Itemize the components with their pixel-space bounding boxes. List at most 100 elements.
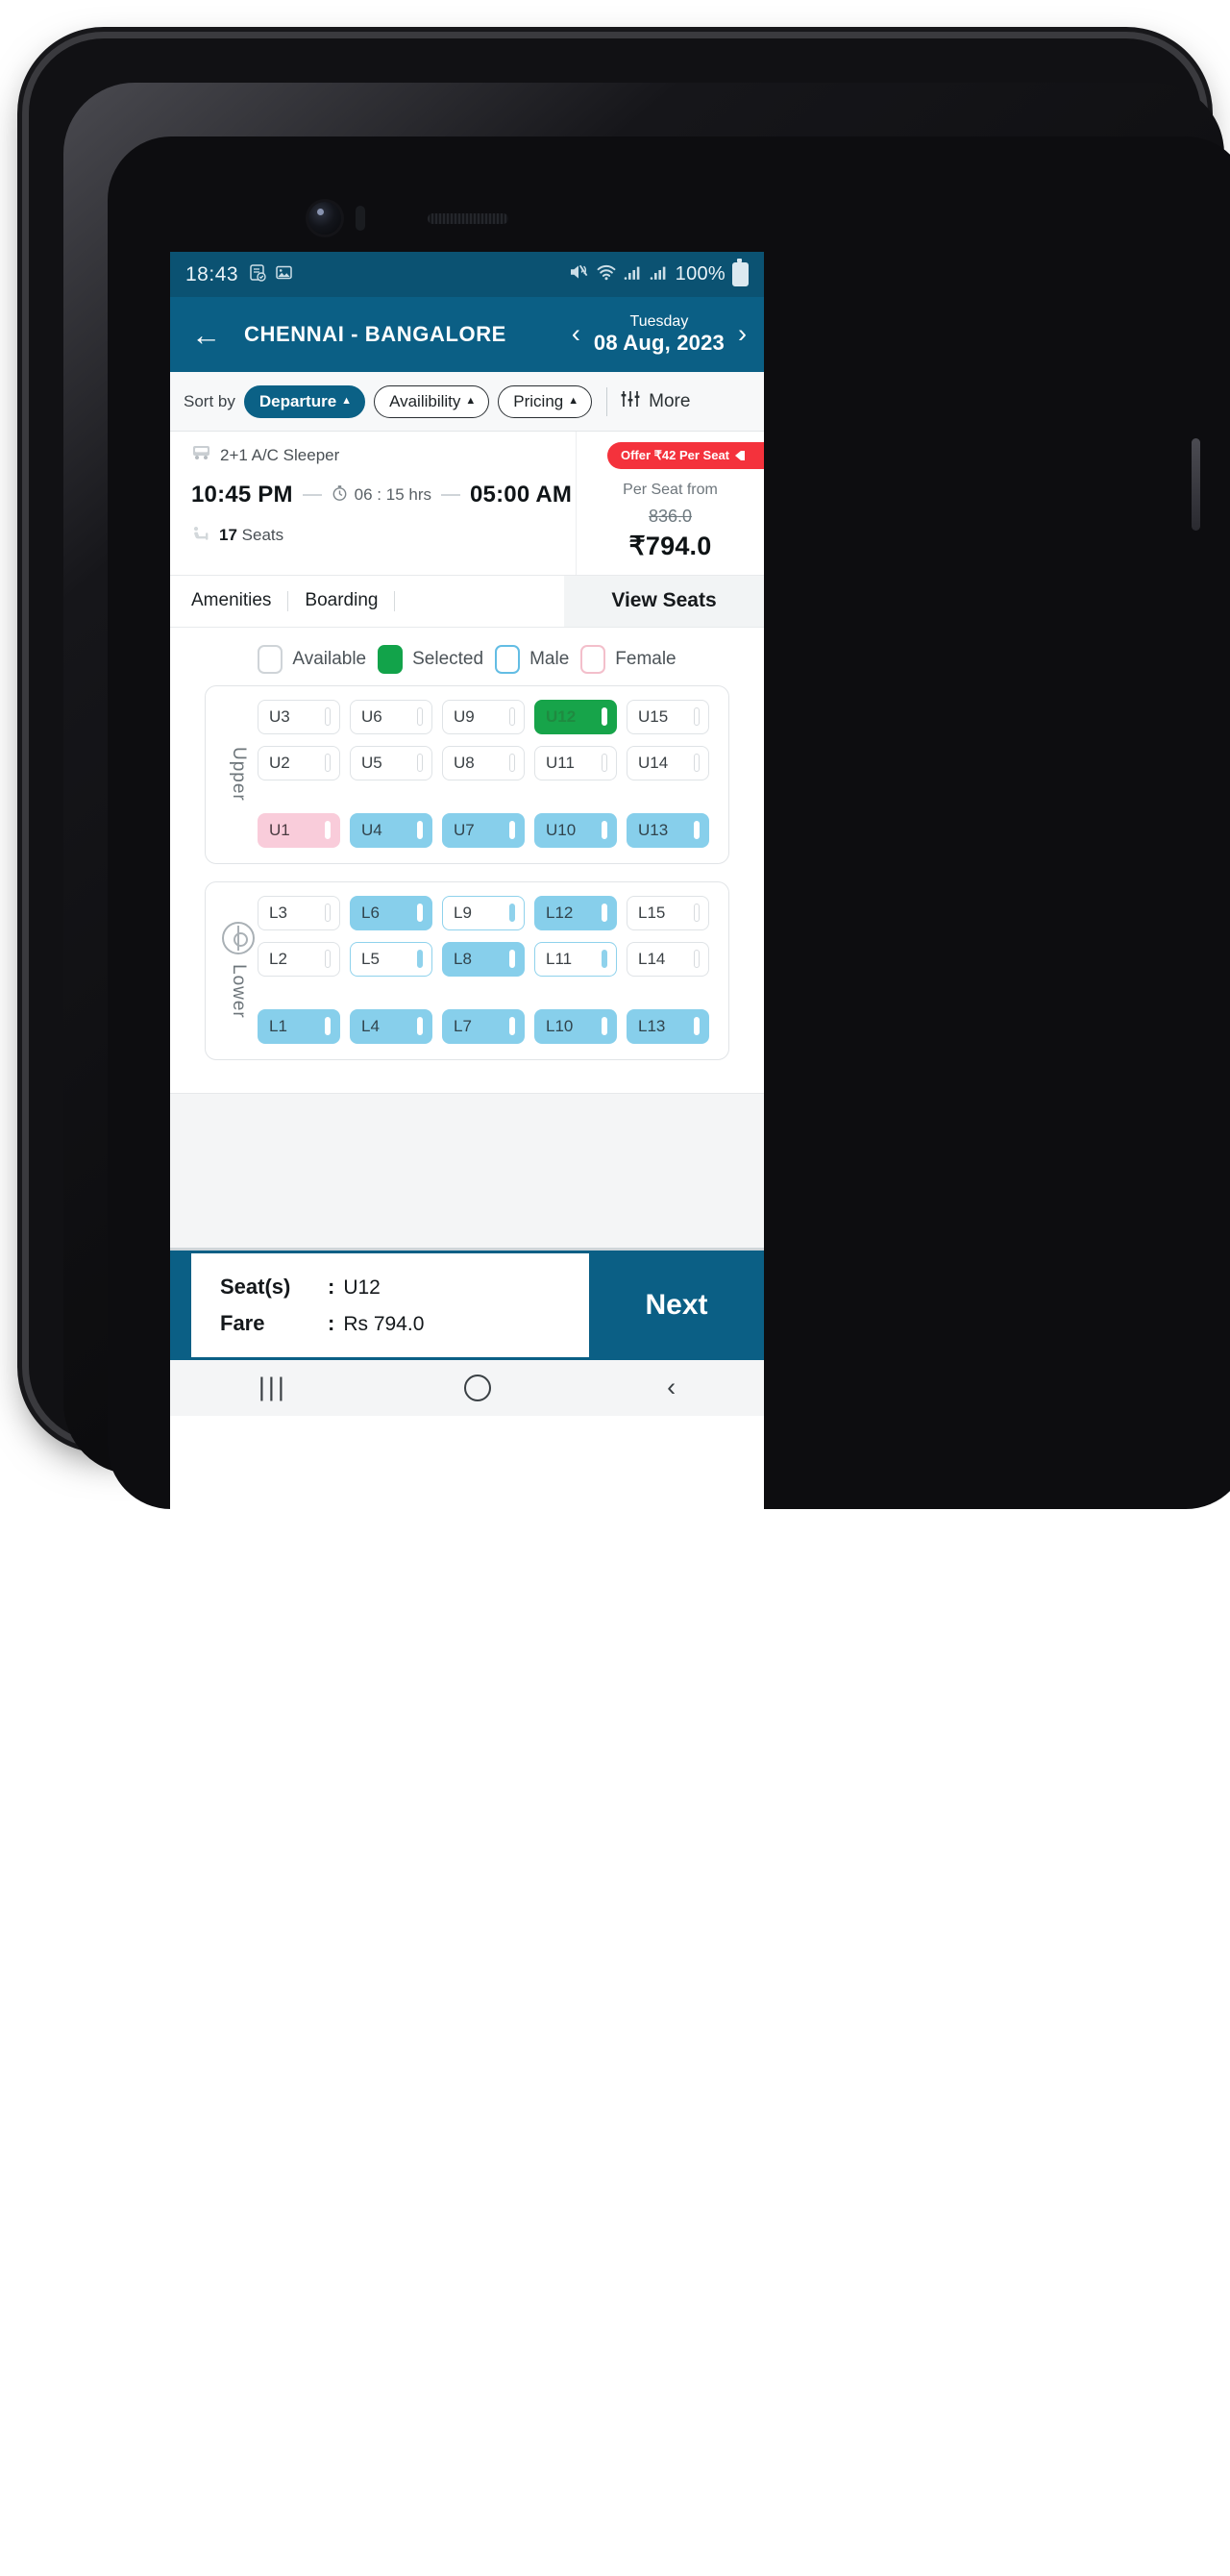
more-label: More [649,390,691,411]
seat-U8[interactable]: U8 [442,745,525,780]
seat-U10[interactable]: U10 [534,812,617,848]
phone-frame: 18:43 100% ← CHENNAI - BANGALORE ‹ Tuesd… [29,38,1230,1521]
chevron-right-icon[interactable]: › [738,321,747,347]
seat-L11[interactable]: L11 [534,941,617,977]
seat-L4[interactable]: L4 [350,1008,432,1044]
seat-L3[interactable]: L3 [258,895,340,930]
phone-screen: 18:43 100% ← CHENNAI - BANGALORE ‹ Tuesd… [170,252,764,1521]
price-final: ₹794.0 [628,532,712,560]
deck-label-lower: Lower [229,963,249,1019]
home-icon[interactable] [463,1374,491,1401]
bus-icon [191,444,211,466]
legend-label: Female [615,648,676,669]
seat-row: U3 U6 U9 U12 U15 [258,699,715,734]
earpiece-speaker [428,213,508,224]
price-original: 836.0 [648,507,693,526]
next-button[interactable]: Next [589,1251,764,1360]
view-seats-button[interactable]: View Seats [564,576,764,627]
seat-row: U2 U5 U8 U11 U14 [258,745,715,780]
seat-label: U6 [361,706,382,726]
berth-bar-icon [417,821,423,840]
berth-bar-icon [602,1017,607,1036]
seat-L13[interactable]: L13 [627,1008,709,1044]
seat-U1[interactable]: U1 [258,812,340,848]
arrival-time: 05:00 AM [469,482,573,508]
offer-tag-icon [735,451,745,460]
summary-seats-value: U12 [343,1276,381,1299]
seat-U5[interactable]: U5 [350,745,432,780]
divider [440,494,460,496]
seat-L8[interactable]: L8 [442,941,525,977]
berth-bar-icon [417,1017,423,1036]
status-right-icons: 100% [568,259,749,286]
bus-type-label: 2+1 A/C Sleeper [220,445,340,464]
seat-L9[interactable]: L9 [442,895,525,930]
seat-L2[interactable]: L2 [258,941,340,977]
bus-card-left: 2+1 A/C Sleeper 10:45 PM 06 : 15 hrs 05:… [170,432,576,575]
seat-L1[interactable]: L1 [258,1008,340,1044]
seat-U6[interactable]: U6 [350,699,432,734]
bus-result-card[interactable]: Offer ₹42 Per Seat 2+1 A/C Sleeper 10:45… [170,432,764,576]
duration-wrap: 06 : 15 hrs [332,484,431,507]
more-filters-button[interactable]: More [620,388,690,414]
deck-grid-lower: L3 L6 L9 L12 L15 L2 L5 L8 L11 L14 L1 L4 … [258,895,715,1044]
seat-U12[interactable]: U12 [534,699,617,734]
tabs-left: Amenities Boarding [170,576,396,627]
seat-U14[interactable]: U14 [627,745,709,780]
seat-row: L1 L4 L7 L10 L13 [258,1008,715,1044]
seat-label: L10 [546,1016,574,1035]
seat-U2[interactable]: U2 [258,745,340,780]
app-header: ← CHENNAI - BANGALORE ‹ Tuesday 08 Aug, … [170,297,764,372]
seat-L5[interactable]: L5 [350,941,432,977]
seat-U3[interactable]: U3 [258,699,340,734]
tab-boarding[interactable]: Boarding [288,590,396,611]
seat-L7[interactable]: L7 [442,1008,525,1044]
power-button[interactable] [1192,438,1200,531]
berth-bar-icon [325,904,331,923]
seat-label: U11 [546,753,575,772]
sort-chip-pricing[interactable]: Pricing ▲ [498,384,593,418]
berth-bar-icon [509,754,515,773]
seat-U13[interactable]: U13 [627,812,709,848]
seat-legend: Available Selected Male Female [170,628,764,685]
date-block[interactable]: Tuesday 08 Aug, 2023 [594,313,725,357]
sort-chip-availibility[interactable]: Availibility ▲ [374,384,490,418]
seat-U15[interactable]: U15 [627,699,709,734]
legend-label: Male [529,648,570,669]
bus-type-row: 2+1 A/C Sleeper [191,444,576,466]
seat-U11[interactable]: U11 [534,745,617,780]
seat-L15[interactable]: L15 [627,895,709,930]
seat-L6[interactable]: L6 [350,895,432,930]
seats-count: 17 [219,526,237,544]
android-nav-bar: ||| ‹ [170,1359,764,1416]
seats-available-label: 17 Seats [219,526,283,545]
berth-bar-icon [325,821,331,840]
sort-chip-departure[interactable]: Departure ▲ [243,384,366,418]
seat-L10[interactable]: L10 [534,1008,617,1044]
seat-row: U1 U4 U7 U10 U13 [258,812,715,848]
nav-back-icon[interactable]: ‹ [667,1373,676,1402]
legend-item-available: Available [258,644,366,674]
seat-U4[interactable]: U4 [350,812,432,848]
chevron-left-icon[interactable]: ‹ [572,321,580,347]
sim-card-icon [249,263,267,286]
seat-U7[interactable]: U7 [442,812,525,848]
seat-L12[interactable]: L12 [534,895,617,930]
back-arrow-icon[interactable]: ← [191,320,221,350]
seat-U9[interactable]: U9 [442,699,525,734]
recent-apps-icon[interactable]: ||| [258,1373,287,1402]
departure-time: 10:45 PM [191,482,293,508]
seat-label: L9 [454,903,472,922]
berth-bar-icon [694,904,700,923]
seat-label: L3 [269,903,287,922]
summary-seats-key: Seat(s) [220,1274,291,1299]
berth-bar-icon [509,821,515,840]
phone-bezel: 18:43 100% ← CHENNAI - BANGALORE ‹ Tuesd… [63,83,1230,1521]
seat-row: L3 L6 L9 L12 L15 [258,895,715,930]
summary-colon: : [328,1310,335,1335]
tab-amenities[interactable]: Amenities [191,590,289,611]
summary-colon: : [328,1274,335,1299]
seat-L14[interactable]: L14 [627,941,709,977]
deck-side-upper: Upper [219,700,258,848]
seat-label: L11 [546,949,573,968]
